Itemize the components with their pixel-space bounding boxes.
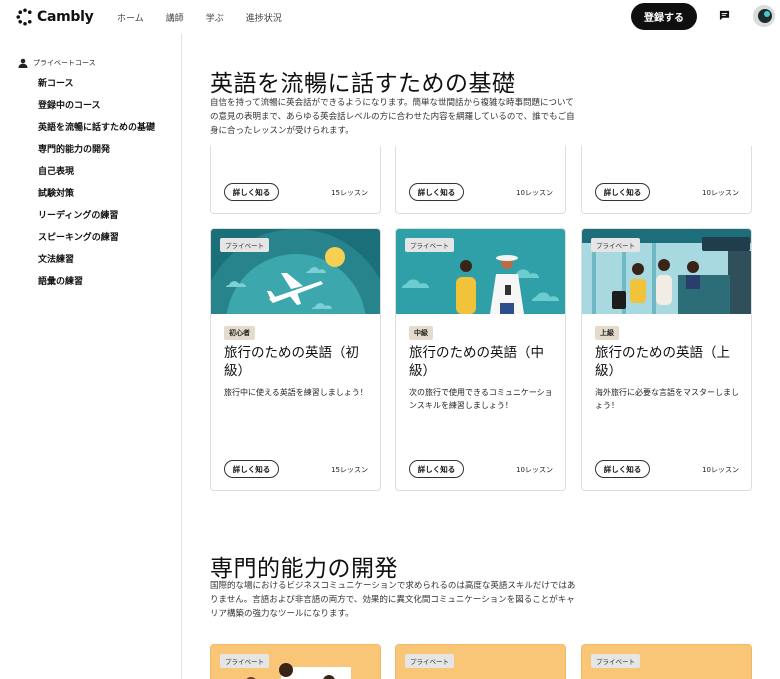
lesson-count: 10レッスン — [702, 466, 739, 474]
lesson-count: 10レッスン — [702, 189, 739, 197]
cambly-logo[interactable]: Cambly — [16, 8, 94, 26]
main-nav: ホーム 講師 学ぶ 進捗状況 — [117, 11, 304, 24]
section-title: 英語を流暢に話すための基礎 — [210, 71, 516, 97]
learn-more-button[interactable]: 詳しく知る — [595, 460, 650, 478]
level-tag: 中級 — [409, 326, 433, 340]
card-title: 旅行のための英語（中級） — [409, 345, 544, 379]
sidebar-item-vocabulary[interactable]: 語彙の練習 — [38, 274, 83, 287]
brand-name: Cambly — [37, 9, 94, 25]
signup-button[interactable]: 登録する — [631, 3, 697, 30]
nav-tutors[interactable]: 講師 — [166, 11, 184, 24]
top-header: Cambly ホーム 講師 学ぶ 進捗状況 登録する — [0, 0, 780, 34]
person-icon — [18, 58, 28, 68]
nav-home[interactable]: ホーム — [117, 11, 144, 24]
learn-more-button[interactable]: 詳しく知る — [409, 183, 464, 201]
card-image-professional: プライベート — [396, 645, 565, 679]
private-tag: プライベート — [220, 238, 269, 252]
card-title: 旅行のための英語（上級） — [595, 345, 730, 379]
sidebar-item-professional[interactable]: 専門的能力の開発 — [38, 142, 110, 155]
course-card[interactable]: 詳しく知る 10レッスン — [581, 146, 752, 214]
private-tag: プライベート — [591, 238, 640, 252]
lesson-count: 15レッスン — [331, 466, 368, 474]
card-description: 旅行中に使える英語を練習しましょう！ — [224, 388, 368, 397]
card-image-meeting: プライベート — [582, 645, 751, 679]
sidebar-item-enrolled[interactable]: 登録中のコース — [38, 98, 101, 111]
user-avatar[interactable] — [753, 5, 775, 27]
course-card-travel-beginner[interactable]: プライベート 初心者 旅行のための英語（初級） 旅行中に使える英語を練習しましょ… — [210, 228, 381, 491]
card-description: 海外旅行に必要な言語をマスターしましょう！ — [595, 388, 739, 410]
nav-progress[interactable]: 進捗状況 — [246, 11, 282, 24]
course-card[interactable]: 詳しく知る 15レッスン — [210, 146, 381, 214]
level-tag: 上級 — [595, 326, 619, 340]
section-description: 国際的な場におけるビジネスコミュニケーションで求められるのは高度な英語スキルだけ… — [210, 581, 576, 619]
level-tag: 初心者 — [224, 326, 255, 340]
cambly-logo-icon — [16, 8, 32, 26]
sidebar-item-test-prep[interactable]: 試験対策 — [38, 186, 74, 199]
card-image-business: プライベート — [211, 645, 380, 679]
sidebar-heading-label: プライベートコース — [33, 59, 96, 67]
sidebar-item-grammar[interactable]: 文法練習 — [38, 252, 74, 265]
lesson-count: 10レッスン — [516, 466, 553, 474]
course-card-travel-intermediate[interactable]: プライベート 中級 旅行のための英語（中級） 次の旅行で使用できるコミュニケーシ… — [395, 228, 566, 491]
course-card[interactable]: プライベート — [581, 644, 752, 679]
card-image-airplane: プライベート — [211, 229, 380, 314]
sidebar-item-speaking[interactable]: スピーキングの練習 — [38, 230, 119, 243]
learn-more-button[interactable]: 詳しく知る — [224, 183, 279, 201]
card-image-travelers: プライベート — [396, 229, 565, 314]
learn-more-button[interactable]: 詳しく知る — [224, 460, 279, 478]
private-tag: プライベート — [405, 238, 454, 252]
avatar-icon — [753, 5, 775, 27]
message-icon[interactable] — [719, 10, 730, 21]
sidebar-item-fluency[interactable]: 英語を流暢に話すための基礎 — [38, 120, 155, 133]
lesson-count: 15レッスン — [331, 189, 368, 197]
sidebar-item-self-expression[interactable]: 自己表現 — [38, 164, 74, 177]
private-tag: プライベート — [220, 654, 269, 668]
private-tag: プライベート — [591, 654, 640, 668]
course-card-travel-advanced[interactable]: プライベート 上級 旅行のための英語（上級） 海外旅行に必要な言語をマスターしま… — [581, 228, 752, 491]
main-content: 英語を流暢に話すための基礎 自信を持って流暢に英会話ができるようになります。簡単… — [183, 34, 780, 679]
course-card[interactable]: プライベート — [210, 644, 381, 679]
card-image-airport: プライベート — [582, 229, 751, 314]
lesson-count: 10レッスン — [516, 189, 553, 197]
course-card[interactable]: プライベート — [395, 644, 566, 679]
section-description: 自信を持って流暢に英会話ができるようになります。簡単な世間話から複雑な時事問題に… — [210, 98, 575, 136]
sidebar-heading: プライベートコース — [18, 58, 96, 68]
section-title: 専門的能力の開発 — [210, 556, 398, 582]
nav-learn[interactable]: 学ぶ — [206, 11, 224, 24]
card-title: 旅行のための英語（初級） — [224, 345, 359, 379]
learn-more-button[interactable]: 詳しく知る — [409, 460, 464, 478]
card-description: 次の旅行で使用できるコミュニケーションスキルを練習しましょう！ — [409, 388, 553, 410]
course-card[interactable]: 詳しく知る 10レッスン — [395, 146, 566, 214]
sidebar-item-new-courses[interactable]: 新コース — [38, 76, 74, 89]
learn-more-button[interactable]: 詳しく知る — [595, 183, 650, 201]
sidebar: プライベートコース 新コース 登録中のコース 英語を流暢に話すための基礎 専門的… — [0, 34, 182, 679]
private-tag: プライベート — [405, 654, 454, 668]
sidebar-item-reading[interactable]: リーディングの練習 — [38, 208, 118, 221]
